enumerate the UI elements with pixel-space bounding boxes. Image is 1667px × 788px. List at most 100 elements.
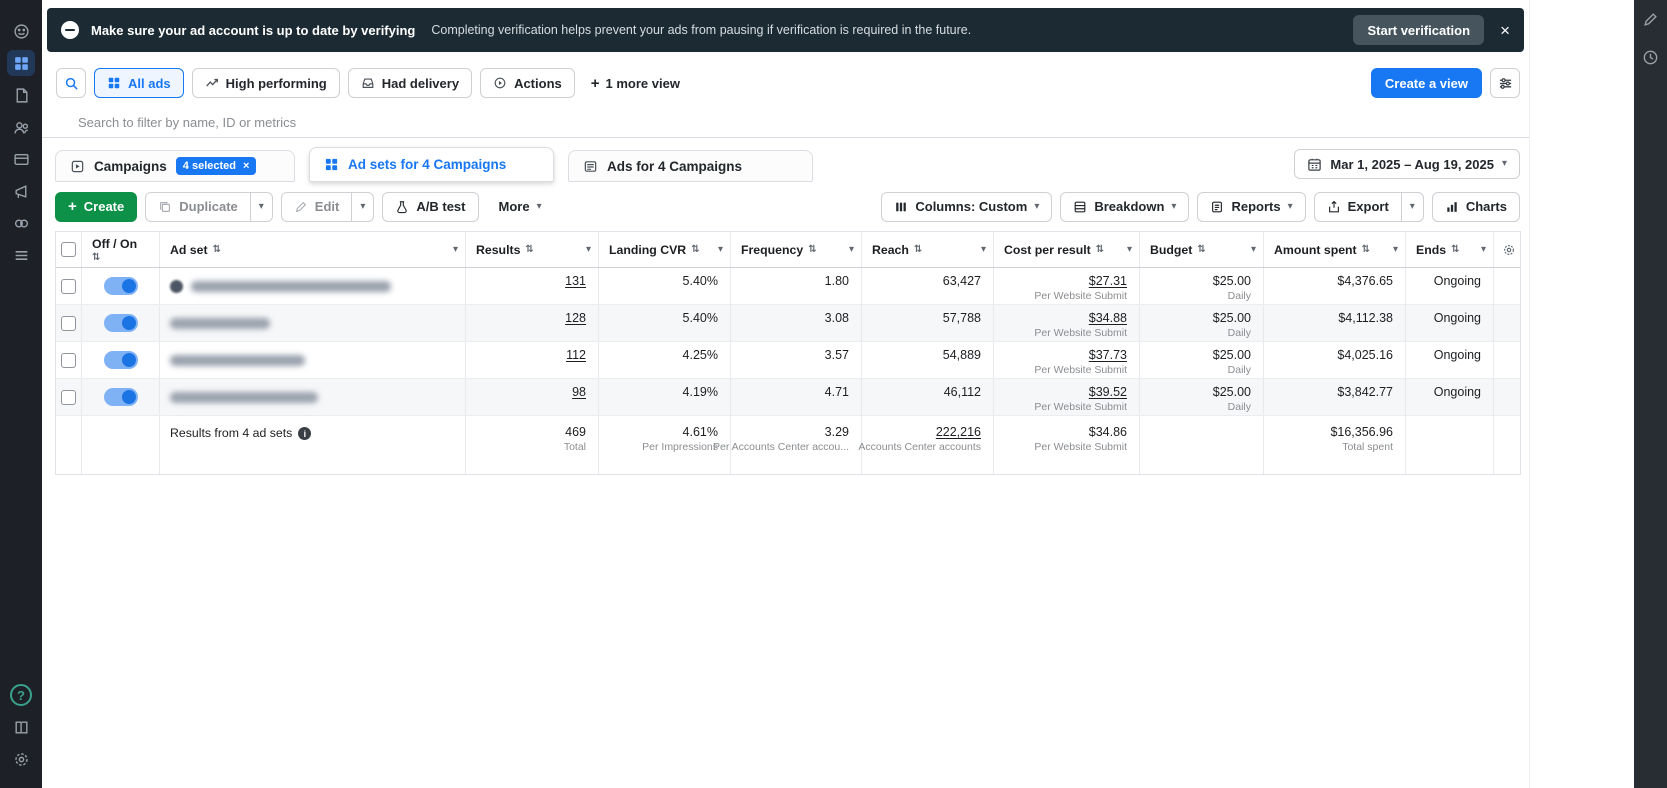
date-range-picker[interactable]: Mar 1, 2025 – Aug 19, 2025 ▾ <box>1294 149 1520 179</box>
select-all-checkbox[interactable] <box>61 242 76 257</box>
column-header-reach[interactable]: Reach ⇅ ▾ <box>862 232 994 267</box>
summary-reach-sub: Accounts Center accounts <box>858 441 981 453</box>
view-settings-button[interactable] <box>1490 68 1520 98</box>
selected-badge[interactable]: 4 selected × <box>175 157 257 175</box>
column-label: Results <box>476 242 521 257</box>
close-icon[interactable]: × <box>1500 22 1510 39</box>
summary-reach-link[interactable]: 222,216 <box>936 425 981 439</box>
adset-toggle[interactable] <box>103 277 138 295</box>
connections-icon[interactable] <box>7 210 35 236</box>
amount-spent-value: $3,842.77 <box>1337 385 1393 399</box>
charts-button[interactable]: Charts <box>1431 191 1520 222</box>
sort-icon: ⇅ <box>212 244 221 255</box>
cost-per-result-link[interactable]: $39.52 <box>1089 385 1127 399</box>
cost-per-result-link[interactable]: $34.88 <box>1089 311 1127 325</box>
results-link[interactable]: 98 <box>572 385 586 399</box>
row-checkbox[interactable] <box>61 315 76 331</box>
ab-test-button[interactable]: A/B test <box>382 191 479 222</box>
column-header-budget[interactable]: Budget ⇅ ▾ <box>1140 232 1264 267</box>
columns-button[interactable]: Columns: Custom ▾ <box>881 191 1053 222</box>
edit-dropdown[interactable]: ▾ <box>352 191 375 222</box>
chevron-down-icon[interactable]: ▾ <box>586 244 591 255</box>
duplicate-button[interactable]: Duplicate <box>145 191 251 222</box>
create-button[interactable]: + Create <box>55 191 138 222</box>
column-header-ad-set[interactable]: Ad set ⇅ ▾ <box>160 232 466 267</box>
info-icon[interactable]: i <box>298 427 312 440</box>
actions-icon <box>494 77 506 89</box>
cost-per-result-link[interactable]: $37.73 <box>1089 348 1127 362</box>
column-header-results[interactable]: Results ⇅ ▾ <box>466 232 599 267</box>
calendar-icon <box>1308 158 1322 171</box>
breakdown-button[interactable]: Breakdown ▾ <box>1060 191 1190 222</box>
column-label: Landing CVR <box>609 242 687 257</box>
more-button[interactable]: More ▾ <box>487 192 554 222</box>
column-header-cost-per-result[interactable]: Cost per result ⇅ ▾ <box>994 232 1140 267</box>
search-filter-input[interactable] <box>78 114 718 130</box>
adset-toggle[interactable] <box>103 351 138 369</box>
tab-ad-sets[interactable]: Ad sets for 4 Campaigns <box>309 147 554 182</box>
column-header-ends[interactable]: Ends ⇅ ▾ <box>1406 232 1494 267</box>
help-icon[interactable]: ? <box>10 684 32 706</box>
more-view-button[interactable]: + 1 more view <box>583 76 688 91</box>
column-label: Budget <box>1150 242 1193 257</box>
export-dropdown[interactable]: ▾ <box>1401 191 1424 222</box>
megaphone-icon[interactable] <box>7 178 35 204</box>
start-verification-button[interactable]: Start verification <box>1353 15 1485 45</box>
view-pill-all-ads[interactable]: All ads <box>94 68 184 98</box>
verification-banner: Make sure your ad account is up to date … <box>47 8 1524 52</box>
campaigns-nav-icon[interactable] <box>7 50 35 76</box>
column-header-landing-cvr[interactable]: Landing CVR ⇅ ▾ <box>599 232 731 267</box>
results-link[interactable]: 112 <box>566 348 586 362</box>
right-side-rail <box>1634 0 1667 788</box>
audiences-icon[interactable] <box>7 114 35 140</box>
chevron-down-icon[interactable]: ▾ <box>1393 244 1398 255</box>
cost-per-result-link[interactable]: $27.31 <box>1089 274 1127 288</box>
clock-icon[interactable] <box>1637 44 1665 70</box>
home-icon[interactable] <box>7 18 35 44</box>
settings-icon[interactable] <box>7 746 35 772</box>
chevron-down-icon[interactable]: ▾ <box>981 244 986 255</box>
chevron-down-icon[interactable]: ▾ <box>1251 244 1256 255</box>
duplicate-dropdown[interactable]: ▾ <box>250 191 273 222</box>
adset-name-cell[interactable] <box>160 268 466 304</box>
adset-toggle[interactable] <box>103 388 138 406</box>
chevron-down-icon[interactable]: ▾ <box>1481 244 1486 255</box>
guide-icon[interactable] <box>7 714 35 740</box>
tab-campaigns[interactable]: Campaigns 4 selected × <box>55 150 295 182</box>
results-link[interactable]: 131 <box>565 274 586 288</box>
budget-sub-label: Daily <box>1227 401 1251 413</box>
export-button[interactable]: Export <box>1313 191 1402 222</box>
adset-name-cell[interactable] <box>160 379 466 415</box>
adset-name-cell[interactable] <box>160 305 466 341</box>
reports-button[interactable]: Reports ▾ <box>1197 191 1306 222</box>
chevron-down-icon[interactable]: ▾ <box>718 244 723 255</box>
tab-ads[interactable]: Ads for 4 Campaigns <box>568 150 813 182</box>
column-header-amount-spent[interactable]: Amount spent ⇅ ▾ <box>1264 232 1406 267</box>
view-pill-high-performing[interactable]: High performing <box>191 68 340 98</box>
row-checkbox[interactable] <box>61 389 76 405</box>
row-checkbox[interactable] <box>61 278 76 294</box>
table-settings-gear-icon[interactable] <box>1494 232 1524 267</box>
clear-selection-icon[interactable]: × <box>243 160 249 172</box>
summary-frequency-sub: Per Accounts Center accou... <box>713 441 849 453</box>
column-header-off-on[interactable]: Off / On ⇅ <box>82 232 160 267</box>
view-pill-actions[interactable]: Actions <box>480 68 575 98</box>
pencil-icon[interactable] <box>1637 6 1665 32</box>
edit-split-button: Edit ▾ <box>280 191 375 222</box>
search-views-button[interactable] <box>56 68 86 98</box>
all-tools-icon[interactable] <box>7 242 35 268</box>
adset-name-cell[interactable] <box>160 342 466 378</box>
chevron-down-icon[interactable]: ▾ <box>453 244 458 255</box>
view-pill-had-delivery[interactable]: Had delivery <box>347 68 473 98</box>
billing-icon[interactable] <box>7 146 35 172</box>
adset-toggle[interactable] <box>103 314 138 332</box>
chevron-down-icon[interactable]: ▾ <box>1127 244 1132 255</box>
row-checkbox[interactable] <box>61 352 76 368</box>
pages-icon[interactable] <box>7 82 35 108</box>
chevron-down-icon[interactable]: ▾ <box>849 244 854 255</box>
edit-button[interactable]: Edit <box>280 191 353 222</box>
column-header-frequency[interactable]: Frequency ⇅ ▾ <box>731 232 862 267</box>
create-a-view-button[interactable]: Create a view <box>1370 68 1482 98</box>
tab-label: Campaigns <box>94 158 167 174</box>
results-link[interactable]: 128 <box>565 311 586 325</box>
